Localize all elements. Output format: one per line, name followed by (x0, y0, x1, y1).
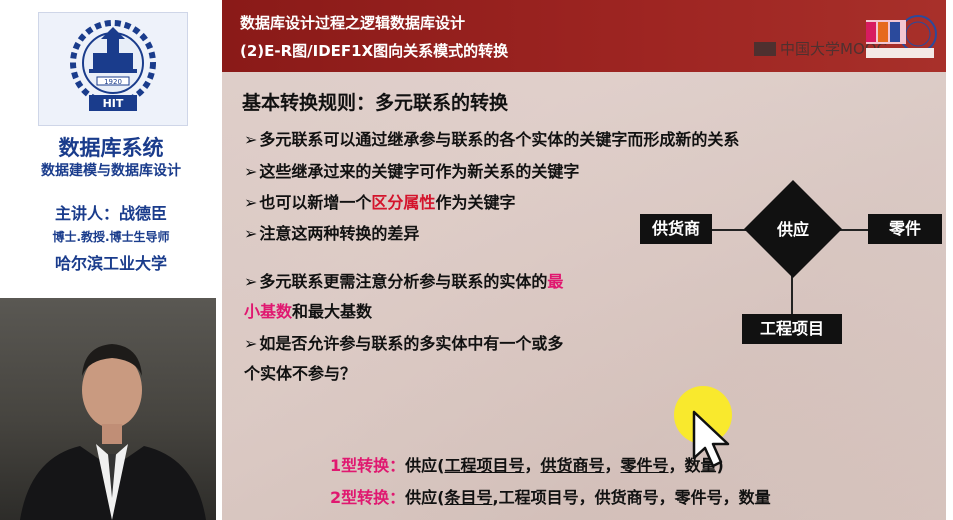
course-title: 数据库系统 (58, 136, 164, 160)
mouse-cursor-icon (692, 410, 730, 468)
lecturer-video (0, 298, 216, 520)
slide: 数据库设计过程之逻辑数据库设计 (2)E-R图/IDEF1X图向关系模式的转换 … (222, 0, 946, 520)
rule-title: 基本转换规则：多元联系的转换 (242, 92, 509, 114)
bullet-participation-cont: 个实体不参与？ (244, 364, 357, 383)
bullet-cardinality: ➢ 多元联系更需注意分析参与联系的实体的最 (244, 272, 564, 291)
type2-conversion: 2型转换：供应(条目号,工程项目号，供货商号，零件号，数量 (330, 488, 771, 507)
mooc-icon (754, 42, 776, 56)
bullet-participation: ➢ 如是否允许参与联系的多实体中有一个或多 (244, 334, 564, 353)
lecturer-name: 主讲人：战德臣 (54, 204, 167, 223)
university-logo: 1920 HIT (38, 12, 188, 126)
lecturer-panel: 1920 HIT 数据库系统 数据建模与数据库设计 主讲人：战德臣 博士.教授.… (0, 0, 222, 520)
relationship-diamond: 供应 (744, 180, 842, 278)
entity-part: 零件 (868, 214, 942, 244)
bullet-new-attribute: ➢ 也可以新增一个区分属性作为关键字 (244, 193, 516, 212)
relationship-label: 供应 (776, 220, 809, 239)
course-badge-icon (866, 15, 937, 58)
entity-project: 工程项目 (742, 314, 842, 344)
bullet-cardinality-cont: 小基数和最大基数 (244, 302, 373, 321)
slide-header: 数据库设计过程之逻辑数据库设计 (2)E-R图/IDEF1X图向关系模式的转换 … (222, 0, 946, 72)
lecturer-figure (20, 344, 206, 520)
bullet-inherit-keys: ➢ 多元联系可以通过继承参与联系的各个实体的关键字而形成新的关系 (244, 130, 740, 149)
lecturer-title: 博士.教授.博士生导师 (52, 230, 170, 244)
bullet-keys-as-key: ➢ 这些继承过来的关键字可作为新关系的关键字 (244, 162, 580, 181)
course-subtitle: 数据建模与数据库设计 (41, 163, 181, 179)
svg-text:1920: 1920 (104, 78, 122, 86)
slide-title-line1: 数据库设计过程之逻辑数据库设计 (240, 14, 466, 32)
university-name: 哈尔滨工业大学 (54, 254, 167, 273)
bullet-difference: ➢ 注意这两种转换的差异 (244, 224, 420, 243)
entity-supplier: 供货商 (640, 214, 712, 244)
slide-title-line2: (2)E-R图/IDEF1X图向关系模式的转换 (240, 42, 509, 60)
type1-conversion: 1型转换：供应(工程项目号，供货商号，零件号，数量) (330, 456, 724, 475)
svg-text:HIT: HIT (103, 97, 124, 110)
